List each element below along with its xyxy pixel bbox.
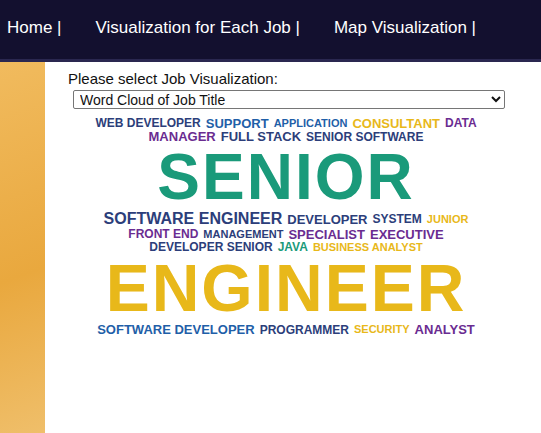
cloud-word: SPECIALIST — [288, 228, 365, 242]
nav-bar: Home | Visualization for Each Job | Map Vi… — [0, 0, 541, 62]
cloud-word: PROGRAMMER — [260, 324, 349, 337]
content-panel: Please select Job Visualization: Word Clo… — [45, 62, 541, 433]
cloud-word: CONSULTANT — [352, 117, 440, 131]
cloud-word: MANAGEMENT — [203, 229, 283, 241]
cloud-word: APPLICATION — [274, 118, 348, 130]
cloud-word: SOFTWARE DEVELOPER — [97, 323, 254, 337]
cloud-word: SECURITY — [354, 324, 410, 336]
cloud-word: ENGINEER — [106, 254, 467, 323]
cloud-word: WEB DEVELOPER — [95, 117, 200, 130]
nav-link[interactable]: Visualization for Each Job | — [96, 18, 300, 38]
cloud-word: DATA — [445, 117, 477, 130]
cloud-word: SUPPORT — [206, 117, 269, 131]
cloud-word: ANALYST — [415, 323, 475, 337]
cloud-word: BUSINESS ANALYST — [313, 242, 423, 254]
cloud-word: MANAGER — [149, 130, 216, 144]
nav-link[interactable]: Home | — [7, 18, 62, 38]
cloud-word: JAVA — [278, 241, 308, 254]
cloud-word: EXECUTIVE — [370, 228, 444, 242]
page: Home | Visualization for Each Job | Map Vi… — [0, 0, 541, 433]
word-cloud: WEB DEVELOPER SUPPORT APPLICATION CONSULTAN… — [76, 117, 496, 337]
cloud-word: FRONT END — [128, 228, 198, 241]
select-label: Please select Job Visualization: — [68, 71, 531, 88]
cloud-word: SYSTEM — [372, 213, 421, 226]
nav-link[interactable]: Map Visualization | — [334, 18, 476, 38]
cloud-word: SOFTWARE ENGINEER — [104, 211, 283, 228]
cloud-word: SENIOR SOFTWARE — [306, 131, 423, 144]
cloud-word: DEVELOPER SENIOR — [149, 241, 272, 254]
cloud-word: DEVELOPER — [287, 213, 367, 227]
cloud-word: JUNIOR — [427, 214, 469, 226]
cloud-word: SENIOR — [157, 144, 414, 211]
cloud-word: FULL STACK — [221, 130, 301, 144]
visualization-select[interactable]: Word Cloud of Job Title — [73, 90, 505, 109]
